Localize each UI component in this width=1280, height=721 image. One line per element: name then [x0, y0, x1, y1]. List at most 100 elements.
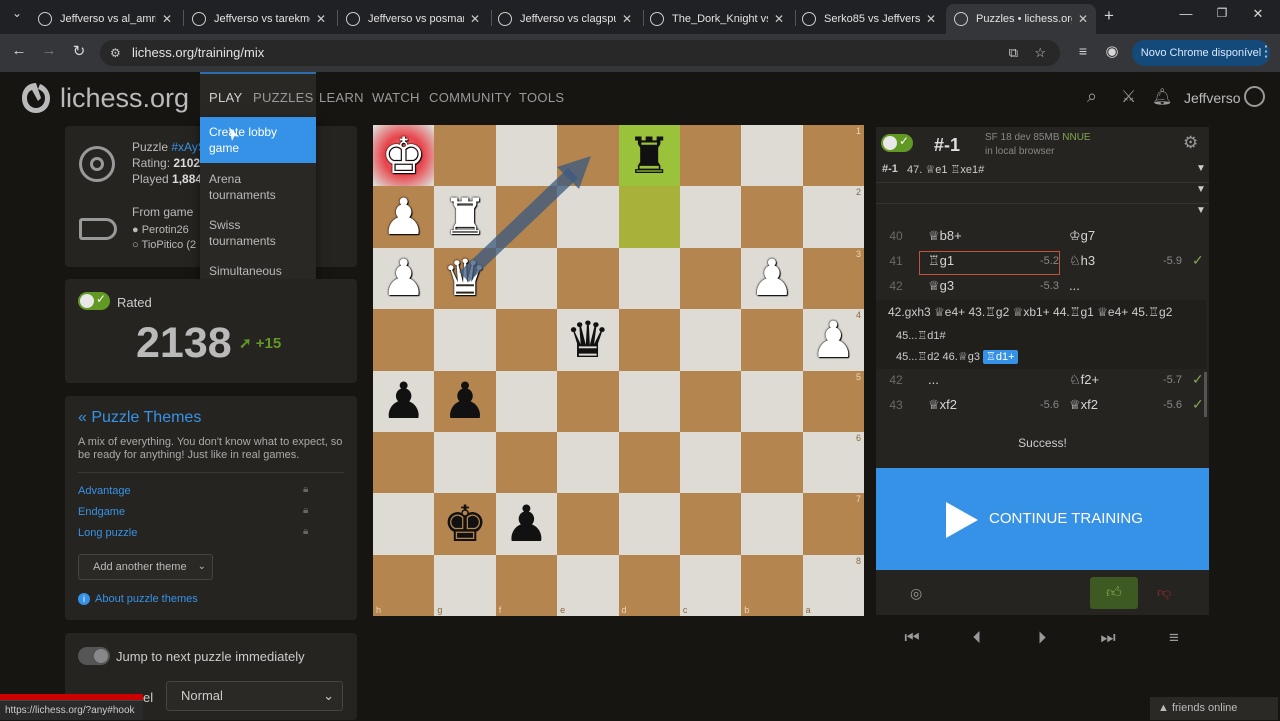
board-square[interactable]: ♛	[434, 247, 496, 310]
rated-toggle[interactable]: ✓	[78, 292, 110, 310]
username-link[interactable]: Jeffverso	[1184, 90, 1241, 106]
board-square[interactable]	[373, 431, 435, 494]
board-square[interactable]	[741, 431, 803, 494]
add-theme-select[interactable]: Add another theme ⌄	[78, 554, 213, 580]
board-square[interactable]: 5	[802, 370, 864, 432]
browser-tab-active[interactable]: Puzzles • lichess.org ✕	[946, 4, 1096, 34]
site-info-icon[interactable]: ⚙	[110, 40, 121, 66]
white-rook-piece[interactable]: ♜	[443, 192, 488, 242]
menu-item-create-lobby-game[interactable]: Create lobby game	[200, 117, 316, 163]
pv-line-3[interactable]: ▼	[876, 205, 1209, 223]
browser-tab[interactable]: Jeffverso vs tarekmol ✕	[184, 4, 334, 34]
white-pawn-piece[interactable]: ♟	[750, 253, 795, 303]
board-square[interactable]: 6	[802, 431, 864, 494]
board-square[interactable]: 1	[802, 125, 864, 187]
search-icon[interactable]: ⌕	[1087, 86, 1097, 107]
continue-training-button[interactable]: CONTINUE TRAINING	[876, 468, 1209, 570]
nav-watch[interactable]: WATCH	[372, 90, 420, 105]
player-white[interactable]: ● Perotin26	[132, 224, 189, 236]
lichess-logo[interactable]: lichess.org	[18, 80, 189, 116]
close-icon[interactable]: ✕	[316, 12, 326, 26]
board-square[interactable]	[679, 309, 742, 371]
media-control-icon[interactable]: ≡	[1072, 43, 1094, 59]
close-icon[interactable]: ✕	[1078, 12, 1088, 26]
white-pawn-piece[interactable]: ♟	[381, 192, 426, 242]
address-bar[interactable]: ⚙ lichess.org/training/mix ⧉ ☆	[100, 40, 1060, 66]
menu-item-swiss-tournaments[interactable]: Swiss tournaments	[200, 217, 316, 251]
close-icon[interactable]: ✕	[162, 12, 172, 26]
back-icon[interactable]: ←	[8, 42, 30, 59]
board-square[interactable]	[495, 247, 558, 310]
black-move[interactable]: ♘f2+	[1069, 372, 1099, 388]
close-icon[interactable]: ✕	[622, 12, 632, 26]
chrome-menu-icon[interactable]: ⋮	[1255, 42, 1277, 60]
white-pawn-piece[interactable]: ♟	[381, 253, 426, 303]
black-move[interactable]: ♘h3	[1069, 253, 1095, 269]
board-square[interactable]: c	[679, 554, 742, 616]
board-square[interactable]: g	[434, 554, 496, 616]
black-pawn-piece[interactable]: ♟	[443, 376, 488, 426]
board-square[interactable]: ♟	[495, 493, 558, 555]
variation-a[interactable]: 45...♖d1#	[896, 329, 946, 342]
minimize-icon[interactable]: —	[1175, 6, 1197, 21]
thumbs-up-icon[interactable]: 👍︎	[1090, 577, 1138, 609]
board-square[interactable]	[679, 370, 742, 432]
board-square[interactable]	[741, 309, 803, 371]
board-square[interactable]: 2	[802, 186, 864, 248]
engine-toggle[interactable]: ✓	[881, 134, 913, 152]
board-square[interactable]	[495, 370, 558, 432]
profile-icon[interactable]: ◉	[1101, 42, 1123, 60]
about-themes-link[interactable]: About puzzle themes	[95, 593, 198, 605]
pv-line-1[interactable]: #-1 47. ♕e1 ♖xe1# ▼	[876, 163, 1209, 183]
black-pawn-piece[interactable]: ♟	[504, 499, 549, 549]
board-square[interactable]	[741, 493, 803, 555]
board-square[interactable]	[679, 125, 742, 187]
board-square[interactable]	[618, 309, 680, 371]
board-square[interactable]	[557, 493, 619, 555]
forward-icon[interactable]: →	[38, 42, 60, 59]
menu-icon[interactable]: ≡	[1159, 628, 1189, 648]
board-square[interactable]	[741, 125, 803, 187]
board-square[interactable]	[741, 370, 803, 432]
black-move[interactable]: ♕xf2	[1069, 397, 1098, 413]
board-square[interactable]: ♚	[434, 493, 496, 555]
white-pawn-piece[interactable]: ♟	[811, 315, 856, 365]
black-queen-piece[interactable]: ♛	[565, 315, 610, 365]
board-square[interactable]: h	[373, 554, 435, 616]
close-icon[interactable]: ✕	[470, 12, 480, 26]
browser-tab[interactable]: Serko85 vs Jeffverso ✕	[794, 4, 944, 34]
board-square[interactable]: b	[741, 554, 803, 616]
board-square[interactable]	[557, 431, 619, 494]
caret-down-icon[interactable]: ▼	[1196, 205, 1206, 216]
chess-board[interactable]: ♚ ♜ 1 ♟ ♜ 2 ♟ ♛ ♟ 3 ♛ ♟ 4 ♟ ♟ 5 6 ♚ ♟ 7 h g f e d c b 8 a	[373, 125, 864, 616]
theme-endgame-link[interactable]: Endgame	[78, 506, 125, 518]
new-tab-icon[interactable]: +	[1098, 6, 1120, 26]
browser-tab[interactable]: Jeffverso vs posmanff ✕	[338, 4, 488, 34]
window-close-icon[interactable]: ✕	[1247, 6, 1269, 22]
nav-tools[interactable]: TOOLS	[519, 90, 564, 105]
board-square[interactable]	[679, 431, 742, 494]
board-square[interactable]: ♟	[434, 370, 496, 432]
board-square[interactable]	[557, 370, 619, 432]
jump-next-toggle[interactable]	[78, 647, 110, 665]
board-square[interactable]	[557, 247, 619, 310]
board-square[interactable]: f	[495, 554, 558, 616]
first-move-icon[interactable]: ⏮	[897, 628, 927, 648]
new-chrome-available-button[interactable]: Novo Chrome disponível	[1132, 40, 1270, 66]
board-square[interactable]: 8a	[802, 554, 864, 616]
board-square[interactable]	[434, 125, 496, 187]
reload-icon[interactable]: ↻	[68, 42, 90, 60]
board-square[interactable]: ♟	[373, 370, 435, 432]
player-black[interactable]: ○ TioPitico (2	[132, 239, 196, 251]
difficulty-select[interactable]: Normal ⌄	[166, 681, 343, 711]
black-move[interactable]: ...	[1069, 278, 1080, 293]
black-pawn-piece[interactable]: ♟	[381, 376, 426, 426]
settings-gear-icon[interactable]: ⚙	[1183, 133, 1198, 153]
nav-community[interactable]: COMMUNITY	[429, 90, 512, 105]
board-square[interactable]: ♜	[618, 125, 680, 187]
board-square[interactable]	[495, 125, 558, 187]
install-app-icon[interactable]: ⧉	[1009, 40, 1018, 66]
bookmark-star-icon[interactable]: ☆	[1034, 40, 1046, 66]
board-square[interactable]: ♟ 4	[802, 309, 864, 371]
browser-tab[interactable]: The_Dork_Knight vs J✕	[642, 4, 792, 34]
